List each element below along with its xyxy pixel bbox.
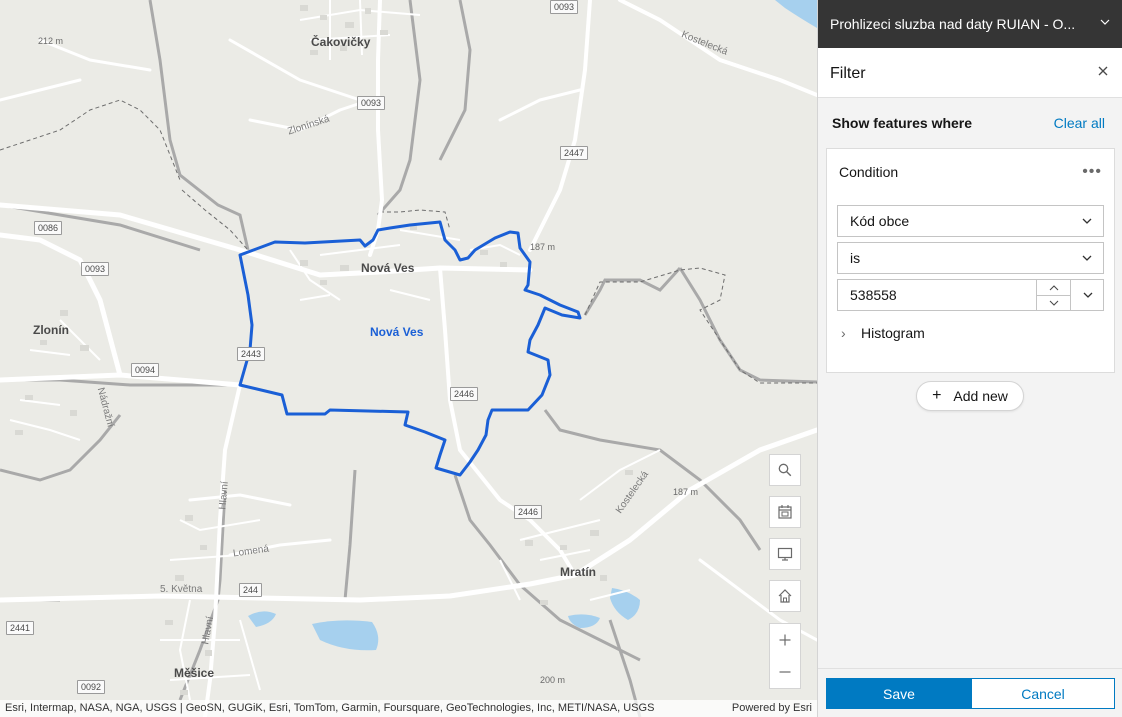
value-input[interactable] [838, 280, 1036, 310]
search-icon [778, 463, 792, 477]
chevron-down-icon [1082, 218, 1092, 224]
calendar-print-icon [778, 505, 792, 519]
close-icon[interactable] [1097, 65, 1109, 77]
value-dropdown-button[interactable] [1070, 280, 1104, 310]
more-options-icon[interactable]: ••• [1082, 163, 1102, 181]
road-shield-0094: 0094 [131, 363, 160, 377]
town-label-cakovicky: Čakovičky [311, 35, 371, 49]
plus-icon: + [932, 387, 942, 404]
add-new-label: Add new [953, 388, 1008, 404]
layer-title: Prohlizeci sluzba nad daty RUIAN - O... [830, 16, 1076, 32]
road-shield-2446-a: 2446 [450, 387, 479, 401]
zoom-in-button[interactable] [769, 623, 801, 656]
operator-select[interactable]: is [837, 242, 1104, 274]
road-shield-2447: 2447 [560, 146, 589, 160]
roads [0, 0, 817, 717]
street-label-5-kvetna: 5. Května [160, 584, 203, 595]
powered-by-esri-link[interactable]: Powered by Esri [732, 702, 812, 714]
road-shield-0093-mid: 0093 [357, 96, 386, 110]
road-shield-0093-left: 0093 [81, 262, 110, 276]
home-icon [778, 589, 792, 603]
chevron-down-icon[interactable] [1099, 16, 1111, 28]
map-view[interactable]: Čakovičky Nová Ves Zlonín Mratín Měšice … [0, 0, 817, 717]
elevation-187-b: 187 m [673, 487, 699, 497]
condition-title: Condition [839, 164, 899, 180]
chevron-down-icon [1049, 300, 1059, 306]
filter-title: Filter [830, 65, 866, 82]
monitor-icon [777, 547, 793, 561]
road-shield-0092: 0092 [77, 680, 106, 694]
town-label-nova-ves: Nová Ves [361, 261, 415, 275]
chevron-down-icon [1083, 292, 1092, 298]
clear-all-link[interactable]: Clear all [1054, 115, 1105, 131]
increment-button[interactable] [1037, 280, 1071, 296]
road-shield-2446-b: 2446 [514, 505, 543, 519]
nova-ves-boundary[interactable] [238, 220, 582, 477]
field-select-value: Kód obce [850, 213, 910, 229]
chevron-down-icon [1082, 255, 1092, 261]
water-bodies [248, 0, 817, 651]
elevation-200: 200 m [540, 675, 566, 685]
elevation-212: 212 m [38, 36, 64, 46]
road-shield-2443: 2443 [237, 347, 266, 361]
add-new-button[interactable]: + Add new [916, 381, 1024, 411]
filter-panel: Prohlizeci sluzba nad daty RUIAN - O... … [817, 0, 1122, 717]
histogram-toggle[interactable]: › Histogram [841, 325, 925, 341]
elevation-187-a: 187 m [530, 242, 556, 252]
map-attribution[interactable]: Esri, Intermap, NASA, NGA, USGS | GeoSN,… [0, 700, 817, 717]
dashed-boundaries [0, 99, 817, 384]
town-label-mratin: Mratín [560, 565, 596, 579]
town-label-mesice: Měšice [174, 666, 215, 680]
field-select[interactable]: Kód obce [837, 205, 1104, 237]
panel-footer: Save Cancel [818, 668, 1122, 717]
map-search-button[interactable] [769, 454, 801, 486]
save-button[interactable]: Save [826, 678, 972, 709]
fullscreen-button[interactable] [769, 538, 801, 570]
home-button[interactable] [769, 580, 801, 612]
road-shield-2441: 2441 [6, 621, 35, 635]
attribution-text: Esri, Intermap, NASA, NGA, USGS | GeoSN,… [5, 702, 655, 714]
buildings [15, 5, 633, 695]
admin-boundaries [0, 0, 817, 717]
basemap [0, 0, 817, 717]
histogram-label: Histogram [861, 325, 925, 341]
minus-icon [779, 671, 791, 673]
panel-header[interactable]: Prohlizeci sluzba nad daty RUIAN - O... [818, 0, 1122, 48]
show-features-where-label: Show features where [832, 115, 973, 131]
basemap-gallery-button[interactable] [769, 496, 801, 528]
road-shield-244: 244 [239, 583, 263, 597]
road-shield-0086: 0086 [34, 221, 63, 235]
town-label-zlonin: Zlonín [33, 323, 69, 337]
value-combobox[interactable] [837, 279, 1104, 311]
filter-header: Filter [818, 48, 1122, 98]
operator-select-value: is [850, 250, 861, 266]
plus-icon [779, 634, 791, 646]
decrement-button[interactable] [1037, 295, 1071, 310]
chevron-right-icon: › [841, 325, 846, 341]
condition-card: Condition ••• Kód obce is › [826, 148, 1115, 373]
quantity-stepper[interactable] [1036, 280, 1071, 310]
road-shield-0093-top: 0093 [550, 0, 579, 14]
chevron-up-icon [1049, 284, 1059, 290]
polygon-label-nova-ves: Nová Ves [370, 325, 424, 339]
zoom-out-button[interactable] [769, 656, 801, 689]
cancel-button[interactable]: Cancel [971, 678, 1115, 709]
